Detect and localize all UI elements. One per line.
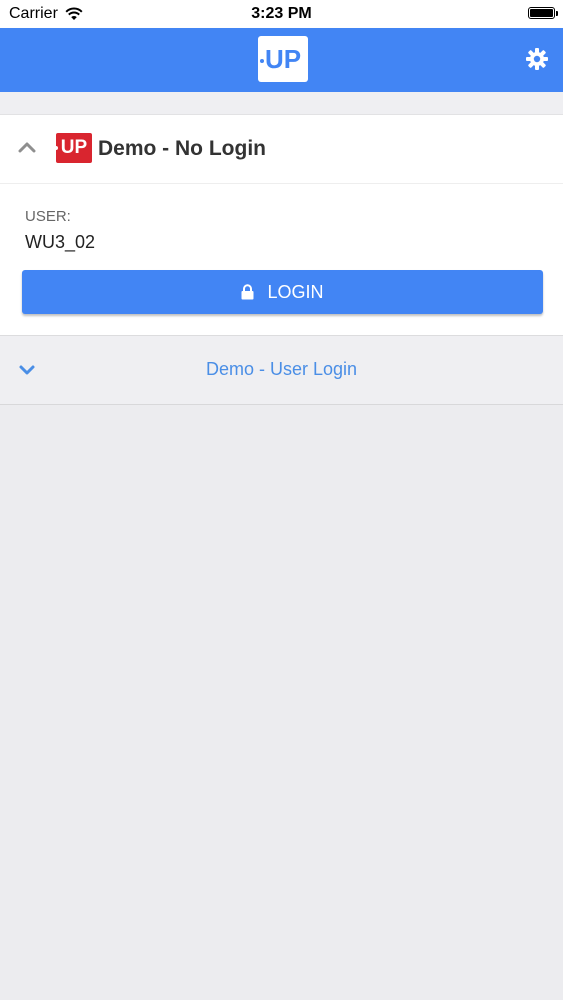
badge-text: UP bbox=[60, 137, 88, 158]
login-button-label: LOGIN bbox=[267, 281, 324, 302]
header-spacer bbox=[0, 92, 563, 114]
section-title: Demo - No Login bbox=[98, 137, 266, 160]
battery-icon bbox=[528, 7, 558, 19]
app-logo: UP bbox=[258, 36, 308, 82]
user-label: USER: bbox=[25, 208, 71, 225]
status-time: 3:23 PM bbox=[251, 5, 312, 22]
user-value: WU3_02 bbox=[25, 232, 96, 252]
up-badge-icon: UP bbox=[54, 133, 92, 163]
section-demo-no-login: UP Demo - No Login USER: WU3_02 LOGIN bbox=[0, 114, 563, 336]
status-bar: Carrier 3:23 PM bbox=[0, 0, 563, 28]
section-body: USER: WU3_02 LOGIN bbox=[0, 183, 563, 335]
logo-text: UP bbox=[264, 43, 302, 74]
section-header-demo-no-login[interactable]: UP Demo - No Login bbox=[0, 115, 563, 183]
section-demo-user-login[interactable]: Demo - User Login bbox=[0, 336, 563, 405]
chevron-up-icon[interactable] bbox=[18, 141, 36, 153]
lock-icon bbox=[241, 284, 254, 300]
login-button[interactable]: LOGIN bbox=[22, 270, 543, 314]
gear-icon[interactable] bbox=[525, 47, 549, 71]
app-header: UP bbox=[0, 28, 563, 92]
section-title: Demo - User Login bbox=[205, 359, 358, 379]
